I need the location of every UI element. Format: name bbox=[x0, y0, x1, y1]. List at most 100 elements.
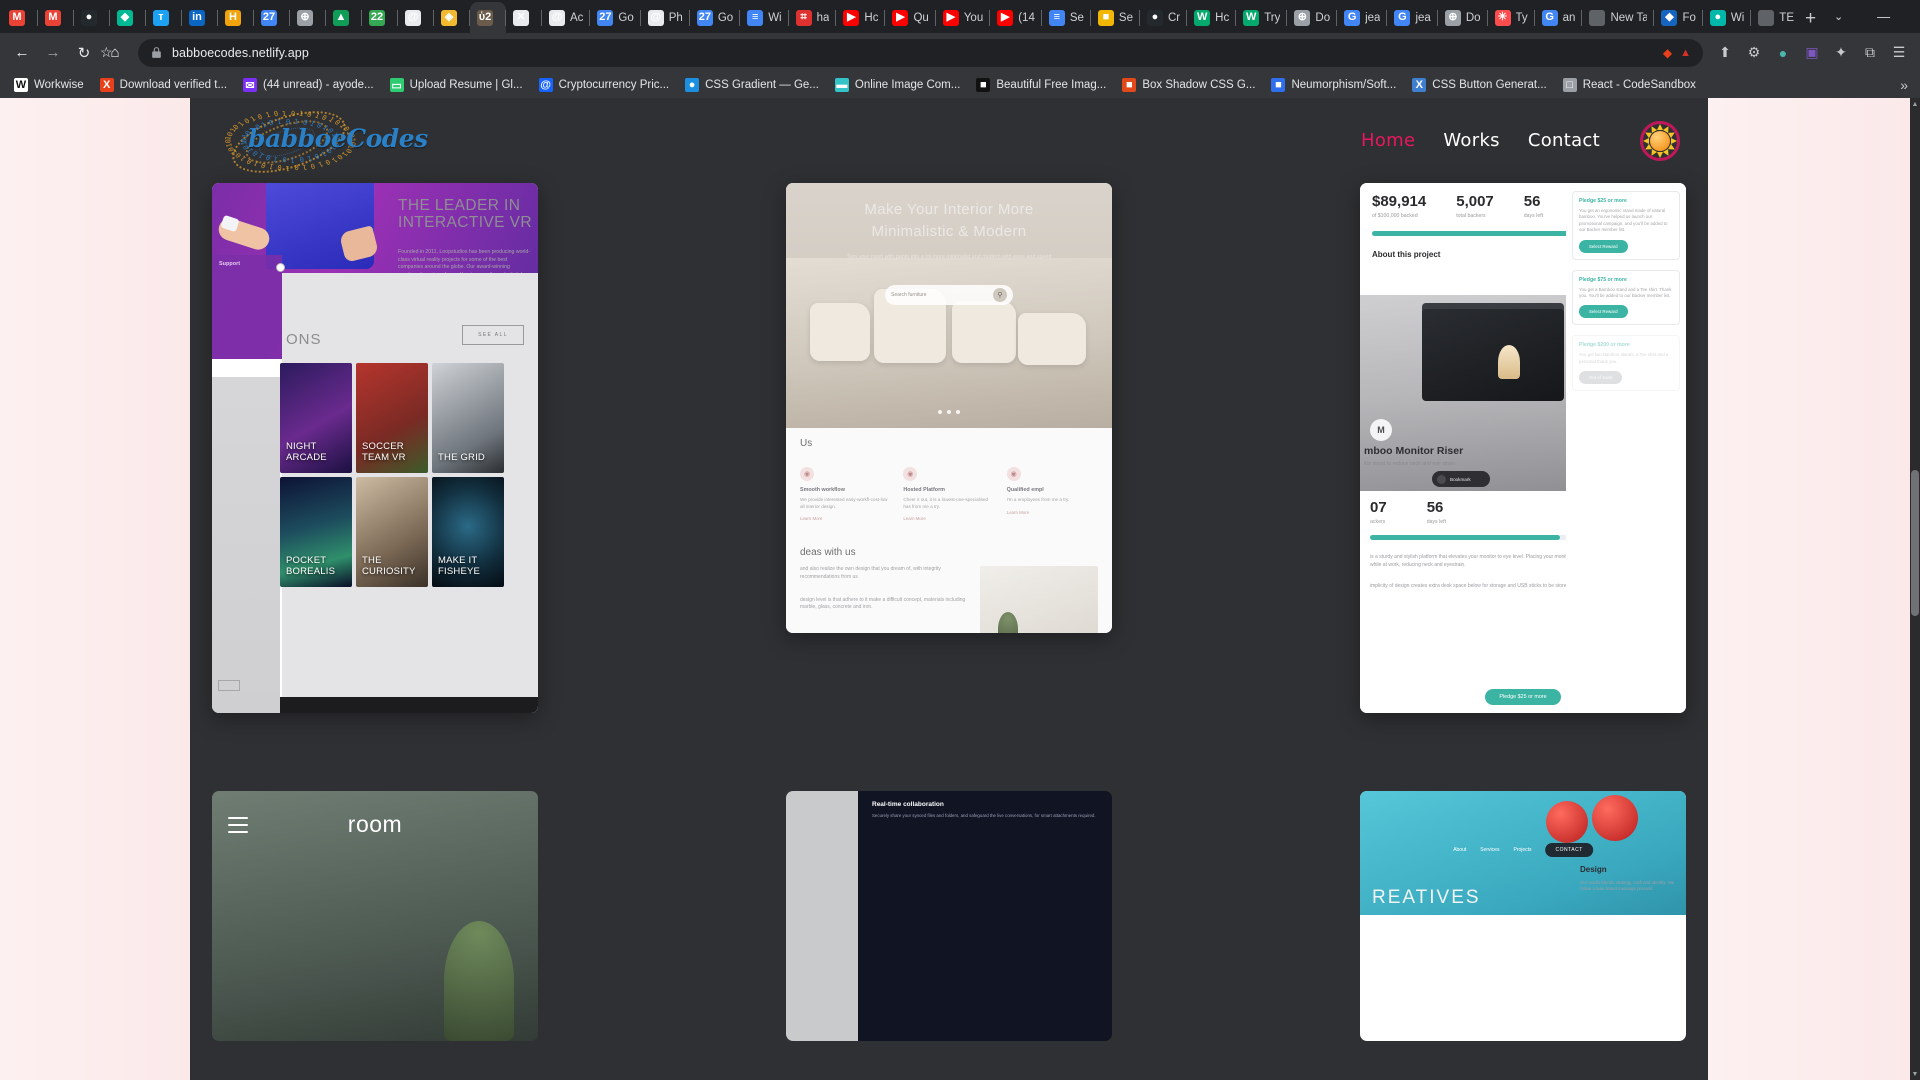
nav-link-works[interactable]: Works bbox=[1443, 130, 1499, 151]
project-card-creatives[interactable]: About Services Projects CONTACT REATIVES… bbox=[1360, 791, 1686, 1041]
reload-button[interactable]: ↻ bbox=[70, 39, 98, 67]
browser-tab[interactable]: ◆ Fo bbox=[1654, 2, 1703, 33]
browser-tab[interactable]: Gjea bbox=[1387, 2, 1438, 33]
browser-tab[interactable]: M bbox=[38, 2, 74, 33]
minimize-button[interactable]: — bbox=[1861, 0, 1906, 33]
select-reward-button[interactable]: Select Reward bbox=[1579, 305, 1628, 319]
cast-icon[interactable]: ▣ bbox=[1799, 40, 1825, 66]
nav-link-contact[interactable]: Contact bbox=[1528, 130, 1600, 151]
browser-tab[interactable]: ▶ Qu bbox=[885, 2, 936, 33]
new-tab-button[interactable]: + bbox=[1805, 5, 1816, 33]
extension-triangle-icon[interactable]: ▲ bbox=[1680, 47, 1691, 59]
creatives-contact-button[interactable]: CONTACT bbox=[1545, 843, 1593, 857]
interior-carousel-dots[interactable] bbox=[938, 410, 960, 414]
extension-shield-icon[interactable]: ◆ bbox=[1663, 46, 1672, 60]
project-card-collab[interactable]: Real-time collaboration Securely share y… bbox=[786, 791, 1112, 1041]
browser-tab[interactable]: 27 bbox=[254, 2, 290, 33]
browser-tab[interactable]: TE bbox=[1751, 2, 1801, 33]
vr-sidebar-button[interactable] bbox=[218, 680, 240, 691]
bookmark-item[interactable]: ▭ Upload Resume | Gl... bbox=[382, 75, 531, 95]
browser-tab[interactable]: ✕ bbox=[506, 2, 542, 33]
vr-project-tile[interactable]: MAKE IT FISHEYE bbox=[432, 477, 504, 587]
browser-tab[interactable]: ● Cr bbox=[1140, 2, 1188, 33]
vr-project-tile[interactable]: POCKET BOREALIS bbox=[280, 477, 352, 587]
select-reward-button[interactable]: Out of stock bbox=[1579, 371, 1623, 385]
browser-menu-icon[interactable]: ☰ bbox=[1886, 40, 1912, 66]
browser-tab[interactable]: 27 Go bbox=[590, 2, 641, 33]
bookmarks-overflow-button[interactable]: » bbox=[1894, 77, 1914, 93]
browser-tab[interactable]: @ Ac bbox=[542, 2, 591, 33]
creatives-nav-projects[interactable]: Projects bbox=[1513, 847, 1531, 853]
browser-tab[interactable]: ≡ Wi bbox=[740, 2, 789, 33]
browser-tab[interactable]: 27 Go bbox=[690, 2, 741, 33]
bookmark-item[interactable]: X CSS Button Generat... bbox=[1404, 75, 1554, 95]
feature-link[interactable]: Learn More bbox=[800, 516, 891, 521]
pledge-button[interactable]: Pledge $25 or more bbox=[1485, 689, 1561, 705]
vr-project-tile[interactable]: THE GRID bbox=[432, 363, 504, 473]
browser-tab[interactable]: ὑ2 bbox=[470, 2, 506, 33]
browser-tab[interactable]: W Try bbox=[1236, 2, 1288, 33]
vr-project-tile[interactable]: THE CURIOSITY bbox=[356, 477, 428, 587]
tab-search-chevron-icon[interactable]: ⌄ bbox=[1816, 0, 1861, 33]
browser-tab[interactable]: ⌗ ha bbox=[789, 2, 837, 33]
browser-tab[interactable]: ⊕ Do bbox=[1287, 2, 1338, 33]
feature-link[interactable]: Learn More bbox=[903, 516, 994, 521]
bookmark-item[interactable]: □ React - CodeSandbox bbox=[1555, 75, 1704, 95]
feature-link[interactable]: Learn More bbox=[1007, 510, 1098, 515]
browser-tab[interactable]: 22 bbox=[362, 2, 398, 33]
bookmark-item[interactable]: ■ Neumorphism/Soft... bbox=[1263, 75, 1404, 95]
browser-tab[interactable]: Gjea bbox=[1337, 2, 1388, 33]
scrollbar-thumb[interactable] bbox=[1911, 470, 1919, 616]
browser-tab[interactable]: ᴛ bbox=[146, 2, 182, 33]
project-card-vr[interactable]: Support THE LEADER IN INTERACTIVE VR Fou… bbox=[212, 183, 538, 713]
browser-tab[interactable]: ● Wi bbox=[1703, 2, 1752, 33]
bookmark-item[interactable]: W Workwise bbox=[6, 75, 92, 95]
project-card-interior[interactable]: Make Your Interior More Minimalistic & M… bbox=[786, 183, 1112, 633]
bookmark-item[interactable]: @ Cryptocurrency Pric... bbox=[531, 75, 678, 95]
vr-project-tile[interactable]: SOCCER TEAM VR bbox=[356, 363, 428, 473]
browser-tab[interactable]: ▶ (14 bbox=[990, 2, 1042, 33]
bookmark-item[interactable]: ● CSS Gradient — Ge... bbox=[677, 75, 827, 95]
browser-tab[interactable]: ▲ bbox=[326, 2, 362, 33]
browser-tab[interactable]: Gan bbox=[1535, 2, 1583, 33]
creatives-nav-about[interactable]: About bbox=[1453, 847, 1466, 853]
browser-tab[interactable]: ≡ Se bbox=[1042, 2, 1091, 33]
profile-avatar[interactable]: ● bbox=[1770, 40, 1796, 66]
forward-button[interactable]: → bbox=[39, 39, 67, 67]
interior-search-bar[interactable]: Search furniture ⚲ bbox=[885, 285, 1013, 305]
scroll-up-arrow[interactable]: ▲ bbox=[1910, 98, 1920, 110]
site-logo[interactable]: 1010101010101010101010101010101010101010… bbox=[218, 98, 428, 185]
address-bar[interactable]: ☆ babboecodes.netlify.app ◆ ▲ bbox=[100, 38, 1703, 67]
browser-tab[interactable]: @ Ph bbox=[641, 2, 690, 33]
split-view-icon[interactable]: ⧉ bbox=[1857, 40, 1883, 66]
vr-see-all-button[interactable]: SEE ALL bbox=[462, 325, 524, 345]
sun-icon[interactable] bbox=[1640, 120, 1680, 161]
browser-tab[interactable]: H bbox=[218, 2, 254, 33]
browser-tab[interactable]: W Hc bbox=[1187, 2, 1237, 33]
puzzle-extensions-icon[interactable]: ✦ bbox=[1828, 40, 1854, 66]
browser-tab[interactable]: ● bbox=[74, 2, 110, 33]
browser-tab[interactable]: ✳ Ty bbox=[1488, 2, 1535, 33]
browser-tab[interactable]: ◆ bbox=[110, 2, 146, 33]
select-reward-button[interactable]: Select Reward bbox=[1579, 239, 1628, 253]
reward-tier-card[interactable]: Pledge $200 or more You get two Bamboo st… bbox=[1572, 335, 1680, 392]
bookmark-star-icon[interactable]: ☆ bbox=[100, 44, 113, 61]
reward-tier-card[interactable]: Pledge $75 or more You get a Bamboo stand… bbox=[1572, 269, 1680, 326]
back-button[interactable]: ← bbox=[8, 39, 36, 67]
share-icon[interactable]: ⬆ bbox=[1712, 40, 1738, 66]
nav-link-home[interactable]: Home bbox=[1361, 130, 1415, 151]
scroll-down-arrow[interactable]: ▼ bbox=[1910, 1068, 1920, 1080]
browser-tab[interactable]: ■ Se bbox=[1091, 2, 1140, 33]
project-card-room[interactable]: room bbox=[212, 791, 538, 1041]
project-card-crowdfunding[interactable]: $89,914 of $100,000 backed 5,007 total back… bbox=[1360, 183, 1686, 713]
browser-tab[interactable]: ◈ bbox=[434, 2, 470, 33]
browser-tab[interactable]: M bbox=[2, 2, 38, 33]
bookmark-item[interactable]: ■ Beautiful Free Imag... bbox=[968, 75, 1114, 95]
browser-tab[interactable]: ▶ You bbox=[936, 2, 991, 33]
page-scrollbar[interactable]: ▲ ▼ bbox=[1910, 98, 1920, 1080]
bookmark-item[interactable]: ■ Box Shadow CSS G... bbox=[1114, 75, 1263, 95]
bookmark-item[interactable]: ✉ (44 unread) - ayode... bbox=[235, 75, 382, 95]
maximize-button[interactable]: ☐ bbox=[1906, 0, 1920, 33]
bookmark-button[interactable]: Bookmark bbox=[1432, 471, 1490, 487]
browser-tab[interactable]: ⊕ bbox=[290, 2, 326, 33]
